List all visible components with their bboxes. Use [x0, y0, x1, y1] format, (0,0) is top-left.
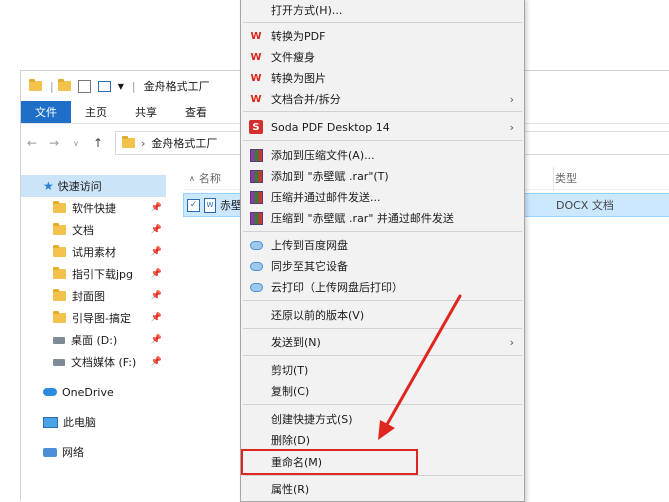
annotation-arrow-icon: [378, 294, 462, 440]
